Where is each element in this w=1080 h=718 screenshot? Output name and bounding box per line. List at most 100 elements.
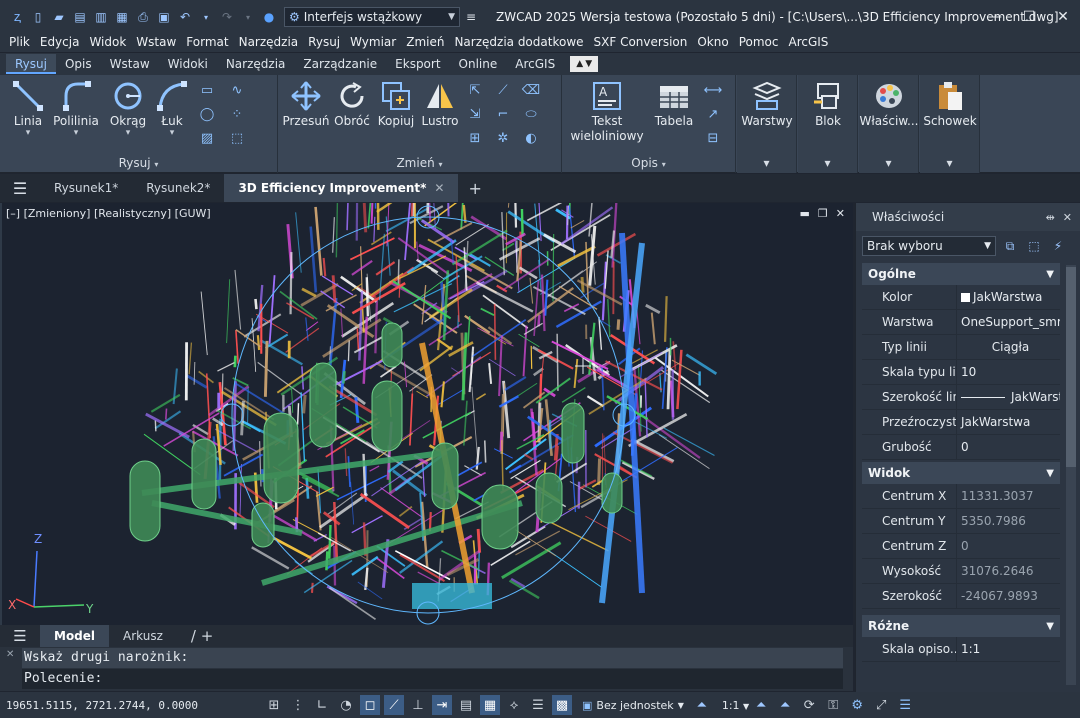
chevron-down-icon[interactable]: ▾ (920, 156, 979, 170)
snap-icon[interactable]: ⋮ (288, 695, 308, 715)
close-command-icon[interactable]: ✕ (6, 649, 14, 660)
chevron-down-icon[interactable]: ▾ (859, 156, 918, 170)
command-input[interactable]: Polecenie: (22, 669, 843, 689)
customize-toolbar-icon[interactable]: ≡ (462, 8, 480, 26)
property-row[interactable]: Centrum X 11331.3037 (862, 483, 1060, 509)
save-all-icon[interactable]: ▦ (113, 8, 131, 26)
tab-draw[interactable]: Rysuj (6, 54, 56, 74)
fullscreen-icon[interactable]: ⤢ (871, 695, 891, 715)
tab-online[interactable]: Online (450, 54, 507, 74)
menu-item[interactable]: Narzędzia (234, 35, 304, 49)
dimension-icon[interactable]: ⟷ (702, 81, 724, 99)
doc-tab[interactable]: Rysunek2* (132, 174, 224, 202)
block-button[interactable]: Blok (800, 79, 856, 128)
property-value[interactable]: JakWarstwa (956, 409, 1060, 435)
section-general-header[interactable]: Ogólne ▼ (862, 263, 1060, 285)
annotation-scale[interactable]: 1:1 ▼ (722, 699, 749, 712)
quick-select-icon[interactable]: ⚡ (1048, 236, 1068, 256)
undo-icon[interactable]: ↶ (176, 8, 194, 26)
properties-scrollbar[interactable] (1066, 265, 1076, 685)
property-row[interactable]: Centrum Z 0 (862, 533, 1060, 559)
property-row[interactable]: Skala typu li...10 (862, 359, 1060, 385)
arc-button[interactable]: Łuk ▾ (144, 79, 200, 138)
region-icon[interactable]: ⬚ (226, 129, 248, 147)
menu-item[interactable]: Widok (84, 35, 131, 49)
table-button[interactable]: Tabela (646, 79, 702, 128)
menu-item[interactable]: Wstaw (131, 35, 181, 49)
offset-icon[interactable]: ◐ (520, 129, 542, 147)
close-tab-icon[interactable]: ✕ (434, 181, 444, 195)
menu-item[interactable]: Okno (692, 35, 733, 49)
fillet-icon[interactable]: ⌐ (492, 105, 514, 123)
osnap-icon[interactable]: ◻ (360, 695, 380, 715)
property-value[interactable]: 10 (956, 359, 1060, 385)
property-row[interactable]: Kolor JakWarstwa (862, 284, 1060, 310)
auto-hide-icon[interactable]: ⇹ (1046, 211, 1055, 224)
coordinate-readout[interactable]: 19651.5115, 2721.2744, 0.0000 (0, 699, 262, 712)
leader-icon[interactable]: ↗ (702, 105, 724, 123)
layers-button[interactable]: Warstwy (739, 79, 795, 128)
chevron-down-icon[interactable]: ▾ (798, 156, 857, 170)
ribbon-minimize-button[interactable]: ▲ ▼ (570, 56, 599, 72)
undo-dropdown-icon[interactable]: ▾ (197, 8, 215, 26)
polyline-button[interactable]: Polilinia ▾ (48, 79, 104, 138)
menu-item[interactable]: ArcGIS (783, 35, 833, 49)
trim-icon[interactable]: ⟋ (492, 81, 514, 99)
annotation-monitor-icon[interactable]: ☰ (528, 695, 548, 715)
ellipse-icon[interactable]: ◯ (196, 105, 218, 123)
close-viewport-icon[interactable]: ✕ (836, 207, 845, 220)
panel-layers[interactable]: Warstwy ▾ (737, 75, 797, 173)
scrollbar-thumb[interactable] (1066, 267, 1076, 467)
panel-modify-label[interactable]: Zmień ▾ (278, 156, 561, 170)
annotation-scale-icon[interactable]: ⏶ (692, 695, 712, 715)
selection-cycling-icon[interactable]: ⟡ (504, 695, 524, 715)
auto-scale-icon[interactable]: ⏶ (775, 695, 795, 715)
property-value[interactable]: 0 (956, 434, 1060, 460)
selection-select[interactable]: Brak wyboru ▼ (862, 236, 996, 256)
dynamic-ucs-icon[interactable]: ⊥ (408, 695, 428, 715)
workspace-switch-icon[interactable]: ⟳ (799, 695, 819, 715)
close-icon[interactable]: ✕ (1046, 0, 1080, 34)
dynamic-input-icon[interactable]: ⇥ (432, 695, 452, 715)
properties-button[interactable]: Właściw... (860, 79, 918, 128)
save-icon[interactable]: ▤ (71, 8, 89, 26)
viewport-label[interactable]: [–] [Zmieniony] [Realistyczny] [GUW] (6, 207, 211, 220)
panel-clipboard[interactable]: Schowek ▾ (920, 75, 980, 173)
print-icon[interactable]: ⎙ (134, 8, 152, 26)
property-value[interactable]: Ciągła (956, 334, 1060, 360)
otrack-icon[interactable]: ⟋ (384, 695, 404, 715)
menu-item[interactable]: Plik (4, 35, 35, 49)
clipboard-button[interactable]: Schowek (922, 79, 978, 128)
mirror-button[interactable]: Lustro (412, 79, 468, 128)
stretch-icon[interactable]: ⇱ (464, 81, 486, 99)
mtext-button[interactable]: A Tekst wieloliniowy (570, 79, 644, 143)
erase-icon[interactable]: ⌫ (520, 81, 542, 99)
app-logo-icon[interactable]: ⱬ (8, 8, 26, 26)
close-palette-icon[interactable]: ✕ (1063, 211, 1072, 224)
menu-item[interactable]: Rysuj (303, 35, 345, 49)
property-row[interactable]: Szerokość linii JakWarstwa (862, 384, 1060, 410)
explode-icon[interactable]: ✲ (492, 129, 514, 147)
panel-properties[interactable]: Właściw... ▾ (859, 75, 919, 173)
eraser-icon[interactable]: ⬭ (520, 105, 542, 123)
menu-item[interactable]: Format (181, 35, 233, 49)
hamburger-menu-icon[interactable]: ☰ (0, 627, 40, 645)
maximize-icon[interactable]: ☐ (1012, 0, 1046, 34)
panel-block[interactable]: Blok ▾ (798, 75, 858, 173)
add-layout-icon[interactable]: / + (177, 625, 227, 647)
chevron-down-icon[interactable]: ▾ (737, 156, 796, 170)
section-misc-header[interactable]: Różne ▼ (862, 615, 1060, 637)
plant-model-scene[interactable]: Z Y X (2, 203, 853, 625)
new-file-icon[interactable]: ▯ (29, 8, 47, 26)
doc-tab-active[interactable]: 3D Efficiency Improvement* ✕ (224, 174, 459, 202)
tab-export[interactable]: Eksport (386, 54, 449, 74)
spline-icon[interactable]: ∿ (226, 81, 248, 99)
panel-annotate-label[interactable]: Opis ▾ (562, 156, 735, 170)
array-icon[interactable]: ⊞ (464, 129, 486, 147)
quick-properties-icon[interactable]: ▩ (552, 695, 572, 715)
tab-tools[interactable]: Narzędzia (217, 54, 295, 74)
property-value[interactable]: 1:1 (956, 636, 1060, 662)
tab-model[interactable]: Model (40, 625, 110, 647)
workspace-select[interactable]: ⚙ Interfejs wstążkowy ▼ (284, 7, 460, 27)
scale-icon[interactable]: ⇲ (464, 105, 486, 123)
